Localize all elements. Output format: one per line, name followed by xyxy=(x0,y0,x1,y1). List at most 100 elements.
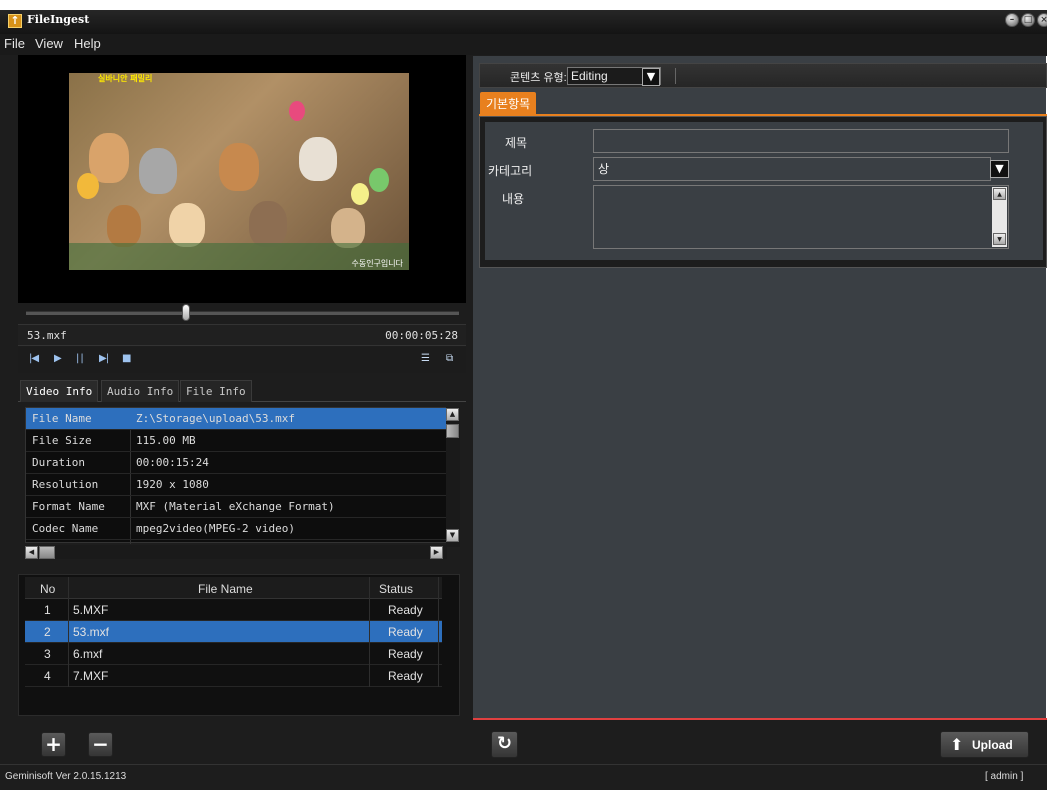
row-no: 2 xyxy=(44,625,51,639)
seek-thumb[interactable] xyxy=(182,304,191,321)
info-key: File Name xyxy=(32,412,92,425)
content-textarea[interactable]: ▲ ▼ xyxy=(593,185,1009,249)
metadata-form: 제목 카테고리 상 ▼ 내용 ▲ ▼ xyxy=(479,116,1047,268)
category-value: 상 xyxy=(598,162,610,176)
chevron-down-icon[interactable]: ▼ xyxy=(990,160,1009,178)
info-value: 115.00 MB xyxy=(136,434,196,447)
scroll-right-icon[interactable]: ▶ xyxy=(430,546,443,559)
info-key: Format Name xyxy=(32,500,105,513)
window-title: FileIngest xyxy=(27,13,90,26)
user-text: [ admin ] xyxy=(985,771,1024,782)
reset-button[interactable]: ↻ xyxy=(491,731,518,758)
video-frame-image xyxy=(69,73,409,270)
row-file-name: 7.MXF xyxy=(73,669,109,683)
current-file-name: 53.mxf xyxy=(27,329,67,342)
playback-controls: |◀ ▶ || ▶| ■ ☰ ⧉ xyxy=(18,347,466,373)
info-tabs: Video Info Audio Info File Info xyxy=(18,380,466,402)
video-overlay-title: 실바니안 패밀리 xyxy=(98,74,153,83)
upload-button[interactable]: ⬆ Upload xyxy=(940,731,1029,758)
refresh-icon: ↻ xyxy=(496,733,513,754)
stop-icon[interactable]: ■ xyxy=(122,353,132,364)
upload-app-icon: ↑ xyxy=(8,14,22,28)
scroll-down-icon[interactable]: ▼ xyxy=(993,233,1006,245)
column-header-file-name[interactable]: File Name xyxy=(198,582,253,596)
row-no: 1 xyxy=(44,603,51,617)
toolbar-divider xyxy=(675,68,676,84)
tab-video-info[interactable]: Video Info xyxy=(20,380,99,402)
row-file-name: 6.mxf xyxy=(73,647,103,661)
scroll-up-icon[interactable]: ▲ xyxy=(993,188,1006,200)
maximize-icon[interactable]: □ xyxy=(1021,13,1035,27)
scroll-up-icon[interactable]: ▲ xyxy=(446,408,459,421)
next-icon[interactable]: ▶| xyxy=(99,353,109,364)
menu-bar: File View Help xyxy=(0,34,1047,55)
now-playing-bar: 53.mxf 00:00:05:28 xyxy=(18,324,466,346)
table-row[interactable]: Duration 00:00:15:24 xyxy=(26,452,446,474)
pause-icon[interactable]: || xyxy=(76,353,85,364)
row-no: 4 xyxy=(44,669,51,683)
table-row[interactable]: Codec Name mpeg2video(MPEG-2 video) xyxy=(26,518,446,540)
info-value: 00:00:15:24 xyxy=(136,456,209,469)
info-vertical-scrollbar[interactable]: ▲ ▼ xyxy=(446,407,460,547)
menu-file[interactable]: File xyxy=(4,36,25,51)
list-item[interactable]: 1 5.MXF Ready xyxy=(25,599,442,621)
table-row[interactable]: Resolution 1920 x 1080 xyxy=(26,474,446,496)
close-icon[interactable]: × xyxy=(1037,13,1047,27)
scroll-thumb[interactable] xyxy=(446,424,459,438)
list-item[interactable]: 3 6.mxf Ready xyxy=(25,643,442,665)
remove-file-button[interactable]: − xyxy=(88,732,113,757)
row-no: 3 xyxy=(44,647,51,661)
info-value: MXF (Material eXchange Format) xyxy=(136,500,335,513)
add-file-button[interactable]: + xyxy=(41,732,66,757)
table-row[interactable]: File Size 115.00 MB xyxy=(26,430,446,452)
info-value: 1920 x 1080 xyxy=(136,478,209,491)
column-divider xyxy=(369,577,370,687)
popout-icon[interactable]: ⧉ xyxy=(446,353,453,364)
row-status: Ready xyxy=(388,647,423,661)
chevron-down-icon[interactable]: ▼ xyxy=(642,68,660,86)
info-value: mpeg2video(MPEG-2 video) xyxy=(136,522,295,535)
title-label: 제목 xyxy=(505,136,528,150)
content-type-bar: 콘텐츠 유형: Editing ▼ xyxy=(479,63,1047,88)
category-label: 카테고리 xyxy=(488,164,533,178)
scroll-down-icon[interactable]: ▼ xyxy=(446,529,459,542)
content-label: 내용 xyxy=(502,192,525,206)
column-header-no[interactable]: No xyxy=(40,582,55,596)
row-status: Ready xyxy=(388,603,423,617)
list-item[interactable]: 2 53.mxf Ready xyxy=(25,621,442,643)
info-horizontal-scrollbar[interactable]: ◀ ▶ xyxy=(25,545,447,559)
form-tabs: 기본항목 xyxy=(479,90,1047,116)
table-row[interactable]: Format Name MXF (Material eXchange Forma… xyxy=(26,496,446,518)
app-window: ↑ FileIngest – □ × File View Help 실바니안 패… xyxy=(0,0,1047,790)
table-row[interactable]: File Name Z:\Storage\upload\53.mxf xyxy=(26,408,446,430)
playlist-icon[interactable]: ☰ xyxy=(421,353,430,364)
content-type-label: 콘텐츠 유형: xyxy=(510,72,567,84)
panel-divider xyxy=(473,718,1047,720)
column-header-status[interactable]: Status xyxy=(379,582,413,596)
menu-view[interactable]: View xyxy=(35,36,63,51)
scroll-left-icon[interactable]: ◀ xyxy=(25,546,38,559)
category-select[interactable]: 상 xyxy=(593,157,991,181)
title-bar: ↑ FileIngest – □ × xyxy=(0,0,1047,34)
tab-file-info[interactable]: File Info xyxy=(180,380,252,402)
video-overlay-caption: 수동인구입니다 xyxy=(351,259,403,268)
file-list-header: No File Name Status xyxy=(25,577,442,599)
scroll-thumb[interactable] xyxy=(39,546,55,559)
seek-bar[interactable] xyxy=(26,311,459,315)
video-preview[interactable]: 실바니안 패밀리 수동인구입니다 xyxy=(18,55,466,303)
tab-basic-items[interactable]: 기본항목 xyxy=(480,92,537,116)
play-icon[interactable]: ▶ xyxy=(54,353,62,364)
content-type-value: Editing xyxy=(571,69,608,83)
video-info-table: File Name Z:\Storage\upload\53.mxf File … xyxy=(25,407,447,544)
tab-audio-info[interactable]: Audio Info xyxy=(101,380,180,402)
status-bar: Geminisoft Ver 2.0.15.1213 [ admin ] xyxy=(0,764,1047,790)
info-key: Resolution xyxy=(32,478,99,491)
prev-icon[interactable]: |◀ xyxy=(29,353,39,364)
file-list: No File Name Status 1 5.MXF Ready 2 53.m… xyxy=(18,574,460,716)
minimize-icon[interactable]: – xyxy=(1005,13,1019,27)
upload-arrow-icon: ⬆ xyxy=(950,735,964,754)
list-item[interactable]: 4 7.MXF Ready xyxy=(25,665,442,687)
title-input[interactable] xyxy=(593,129,1009,153)
textarea-scrollbar[interactable]: ▲ ▼ xyxy=(992,187,1007,247)
menu-help[interactable]: Help xyxy=(74,36,101,51)
